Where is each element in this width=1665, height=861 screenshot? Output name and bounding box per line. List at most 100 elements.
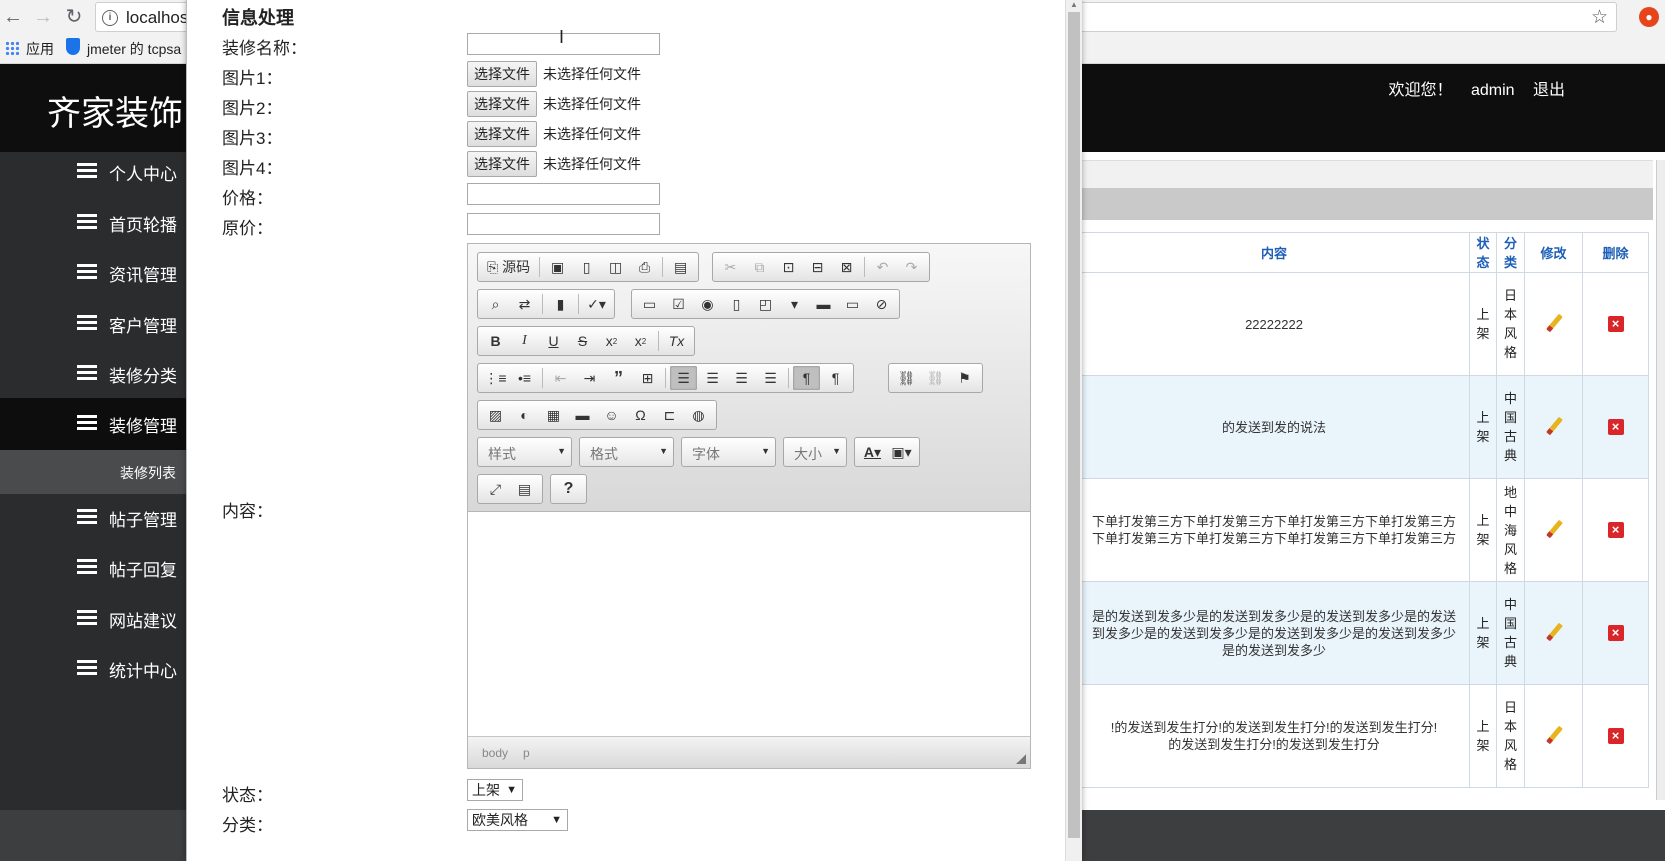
form-icon[interactable]: ▭ xyxy=(636,292,663,316)
blockquote-icon[interactable]: ” xyxy=(605,366,632,390)
preview-icon[interactable]: ◫ xyxy=(602,255,629,279)
textfield-icon[interactable]: ▯ xyxy=(723,292,750,316)
bookmark-star-icon[interactable]: ☆ xyxy=(1591,6,1608,29)
sidebar-item-replies[interactable]: 帖子回复 xyxy=(0,542,186,594)
sidebar-item-suggestions[interactable]: 网站建议 xyxy=(0,593,186,645)
bg-color-icon[interactable]: ▣▾ xyxy=(888,440,915,464)
flash-icon[interactable]: ◐ xyxy=(511,403,538,427)
image-icon[interactable]: ▨ xyxy=(482,403,509,427)
orig-price-input[interactable] xyxy=(467,213,660,235)
sidebar-item-decoration[interactable]: 装修管理 xyxy=(0,398,186,450)
align-left-icon[interactable]: ☰ xyxy=(670,366,697,390)
table-icon[interactable]: ▦ xyxy=(540,403,567,427)
special-char-icon[interactable]: Ω xyxy=(627,403,654,427)
resize-grip-icon[interactable] xyxy=(1016,754,1026,764)
sidebar-item-customers[interactable]: 客户管理 xyxy=(0,298,186,350)
pencil-icon[interactable] xyxy=(1545,623,1563,641)
logout-link[interactable]: 退出 xyxy=(1533,82,1565,99)
superscript-icon[interactable]: x2 xyxy=(627,329,654,353)
pencil-icon[interactable] xyxy=(1545,726,1563,744)
paste-text-icon[interactable]: ⊟ xyxy=(804,255,831,279)
sidebar-item-personal[interactable]: 个人中心 xyxy=(0,146,186,198)
scroll-thumb[interactable] xyxy=(1068,12,1080,838)
sidebar-item-stats[interactable]: 统计中心 xyxy=(0,643,186,695)
help-icon[interactable]: ? xyxy=(555,477,582,501)
format-dropdown[interactable]: 格式 ▼ xyxy=(579,437,674,467)
underline-icon[interactable]: U xyxy=(540,329,567,353)
templates-icon[interactable]: ▤ xyxy=(667,255,694,279)
spellcheck-icon[interactable]: ✓▾ xyxy=(583,292,610,316)
choose-file-button[interactable]: 选择文件 xyxy=(467,61,537,87)
hidden-field-icon[interactable]: ⊘ xyxy=(868,292,895,316)
anchor-icon[interactable]: ⚑ xyxy=(951,366,978,390)
price-input[interactable] xyxy=(467,183,660,205)
editor-content-area[interactable] xyxy=(468,513,1030,736)
path-p[interactable]: p xyxy=(523,746,530,760)
select-field-icon[interactable]: ▾ xyxy=(781,292,808,316)
apps-grid-icon[interactable] xyxy=(5,41,19,55)
bookmark-apps[interactable]: 应用 xyxy=(26,39,54,59)
sidebar-item-carousel[interactable]: 首页轮播 xyxy=(0,197,186,249)
undo-icon[interactable]: ↶ xyxy=(869,255,896,279)
numbered-list-icon[interactable]: ⋮≡ xyxy=(482,366,509,390)
delete-icon[interactable]: × xyxy=(1607,522,1624,538)
bookmark-jmeter[interactable]: jmeter 的 tcpsa xyxy=(87,39,181,59)
page-scrollbar[interactable] xyxy=(1656,160,1665,800)
choose-file-button[interactable]: 选择文件 xyxy=(467,121,537,147)
back-icon[interactable]: ← xyxy=(2,6,24,28)
align-right-icon[interactable]: ☰ xyxy=(728,366,755,390)
choose-file-button[interactable]: 选择文件 xyxy=(467,151,537,177)
copy-icon[interactable]: ⧉ xyxy=(746,255,773,279)
pencil-icon[interactable] xyxy=(1545,520,1563,538)
font-dropdown[interactable]: 字体 ▼ xyxy=(681,437,776,467)
align-center-icon[interactable]: ☰ xyxy=(699,366,726,390)
checkbox-icon[interactable]: ☑ xyxy=(665,292,692,316)
sidebar-item-categories[interactable]: 装修分类 xyxy=(0,348,186,400)
category-select[interactable]: 欧美风格 ▼ xyxy=(467,809,568,831)
delete-icon[interactable]: × xyxy=(1607,316,1624,332)
new-page-icon[interactable]: ▯ xyxy=(573,255,600,279)
sidebar-subitem-decoration-list[interactable]: 装修列表 xyxy=(0,450,186,494)
strike-icon[interactable]: S xyxy=(569,329,596,353)
paste-word-icon[interactable]: ⊠ xyxy=(833,255,860,279)
delete-icon[interactable]: × xyxy=(1607,419,1624,435)
remove-format-icon[interactable]: Tx xyxy=(663,329,690,353)
username[interactable]: admin xyxy=(1471,82,1515,99)
select-all-icon[interactable]: ▮ xyxy=(547,292,574,316)
horizontal-rule-icon[interactable]: ▬ xyxy=(569,403,596,427)
source-button[interactable]: ⎘ 源码 xyxy=(482,255,535,279)
choose-file-button[interactable]: 选择文件 xyxy=(467,91,537,117)
cut-icon[interactable]: ✂ xyxy=(717,255,744,279)
scroll-up-icon[interactable]: ▲ xyxy=(1070,0,1078,9)
button-field-icon[interactable]: ▬ xyxy=(810,292,837,316)
image-button-icon[interactable]: ▭ xyxy=(839,292,866,316)
delete-icon[interactable]: × xyxy=(1607,625,1624,641)
link-icon[interactable]: ⛓ xyxy=(893,366,920,390)
smiley-icon[interactable]: ☺ xyxy=(598,403,625,427)
text-color-icon[interactable]: A▾ xyxy=(859,440,886,464)
rtl-icon[interactable]: ¶ xyxy=(822,366,849,390)
dialog-scrollbar[interactable]: ▲ xyxy=(1065,0,1082,861)
replace-icon[interactable]: ⇄ xyxy=(511,292,538,316)
maximize-icon[interactable]: ⤢ xyxy=(482,477,509,501)
save-icon[interactable]: ▣ xyxy=(544,255,571,279)
status-select[interactable]: 上架 ▼ xyxy=(467,779,523,801)
textarea-icon[interactable]: ◰ xyxy=(752,292,779,316)
delete-icon[interactable]: × xyxy=(1607,728,1624,744)
iframe-icon[interactable]: ◍ xyxy=(685,403,712,427)
unlink-icon[interactable]: ⛓ xyxy=(922,366,949,390)
ltr-icon[interactable]: ¶ xyxy=(793,366,820,390)
extension-icon[interactable]: ● xyxy=(1639,7,1659,27)
info-icon[interactable]: i xyxy=(102,10,118,26)
subscript-icon[interactable]: x2 xyxy=(598,329,625,353)
sidebar-item-news[interactable]: 资讯管理 xyxy=(0,247,186,299)
path-body[interactable]: body xyxy=(482,746,508,760)
page-break-icon[interactable]: ⊏ xyxy=(656,403,683,427)
paste-icon[interactable]: ⊡ xyxy=(775,255,802,279)
reload-icon[interactable]: ↻ xyxy=(63,6,85,28)
sidebar-item-posts[interactable]: 帖子管理 xyxy=(0,492,186,544)
redo-icon[interactable]: ↷ xyxy=(898,255,925,279)
print-icon[interactable]: ⎙ xyxy=(631,255,658,279)
pencil-icon[interactable] xyxy=(1545,314,1563,332)
pencil-icon[interactable] xyxy=(1545,417,1563,435)
